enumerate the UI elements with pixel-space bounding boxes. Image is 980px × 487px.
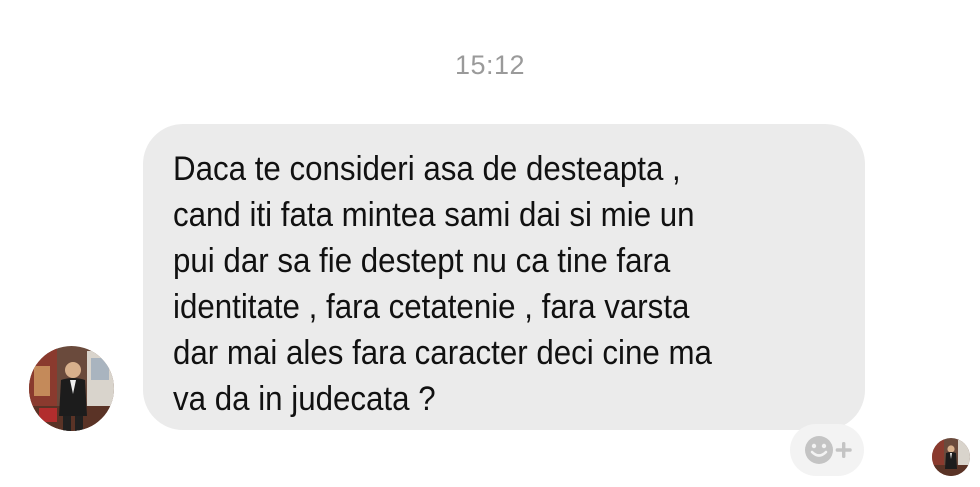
- seen-avatar-photo-icon: [932, 438, 970, 476]
- add-reaction-button[interactable]: [790, 424, 864, 476]
- avatar-photo-icon: [29, 346, 114, 431]
- message-line: Daca te consideri asa de desteapta ,: [173, 150, 681, 188]
- message-line: cand iti fata mintea sami dai si mie un: [173, 196, 695, 234]
- message-bubble[interactable]: Daca te consideri asa de desteapta , can…: [143, 124, 865, 430]
- smiley-plus-icon: [805, 436, 852, 464]
- message-line: pui dar sa fie destept nu ca tine fara: [173, 242, 671, 280]
- seen-by-avatar: [932, 438, 970, 476]
- message-line: identitate , fara cetatenie , fara varst…: [173, 288, 690, 326]
- message-timestamp: 15:12: [454, 50, 526, 80]
- sender-avatar[interactable]: [29, 346, 114, 431]
- message-line: dar mai ales fara caracter deci cine ma: [173, 334, 712, 372]
- message-line: va da in judecata ?: [173, 380, 436, 418]
- message-text: Daca te consideri asa de desteapta , can…: [173, 146, 872, 422]
